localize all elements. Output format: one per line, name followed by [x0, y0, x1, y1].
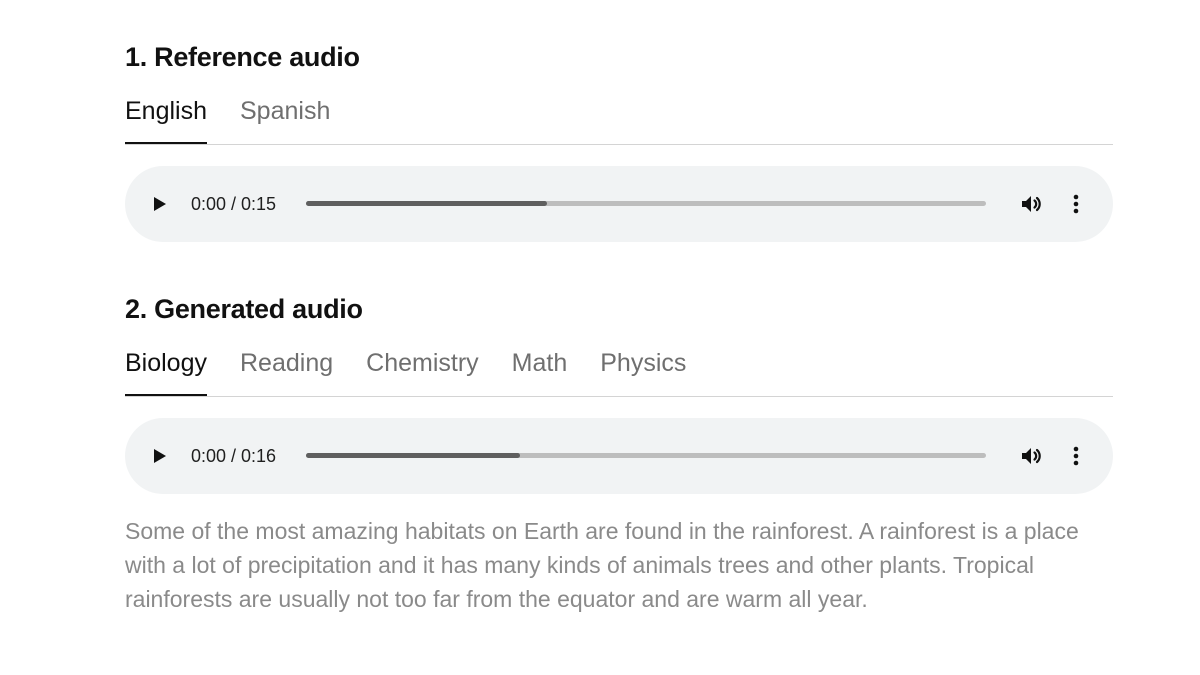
tab-reading[interactable]: Reading [240, 348, 333, 395]
generated-audio-heading: 2. Generated audio [125, 294, 363, 324]
generated-audio-player: 0:00 / 0:16 [125, 418, 1113, 494]
reference-audio-player: 0:00 / 0:15 [125, 166, 1113, 242]
tab-chemistry[interactable]: Chemistry [366, 348, 479, 395]
transcript-text: Some of the most amazing habitats on Ear… [125, 518, 1079, 612]
tab-biology[interactable]: Biology [125, 348, 207, 396]
play-icon [154, 197, 166, 211]
playback-time: 0:00 / 0:15 [191, 194, 277, 214]
volume-icon [1022, 196, 1041, 212]
more-options-button[interactable] [1069, 192, 1083, 216]
volume-button[interactable] [1019, 444, 1043, 468]
seek-bar-progress [306, 201, 548, 206]
seek-bar[interactable] [306, 453, 986, 458]
seek-bar[interactable] [306, 201, 986, 206]
more-vert-icon [1073, 446, 1079, 466]
generated-subject-tabs: Biology Reading Chemistry Math Physics [125, 348, 1113, 397]
more-vert-icon [1073, 194, 1079, 214]
play-button[interactable] [152, 448, 168, 464]
seek-bar-progress [306, 453, 521, 458]
volume-icon [1022, 448, 1041, 464]
playback-time: 0:00 / 0:16 [191, 446, 277, 466]
tab-spanish[interactable]: Spanish [240, 96, 330, 143]
reference-audio-heading: 1. Reference audio [125, 42, 360, 72]
reference-language-tabs: English Spanish [125, 96, 1113, 145]
tab-english[interactable]: English [125, 96, 207, 144]
play-icon [154, 449, 166, 463]
more-options-button[interactable] [1069, 444, 1083, 468]
play-button[interactable] [152, 196, 168, 212]
tab-math[interactable]: Math [512, 348, 568, 395]
tab-physics[interactable]: Physics [600, 348, 686, 395]
volume-button[interactable] [1019, 192, 1043, 216]
